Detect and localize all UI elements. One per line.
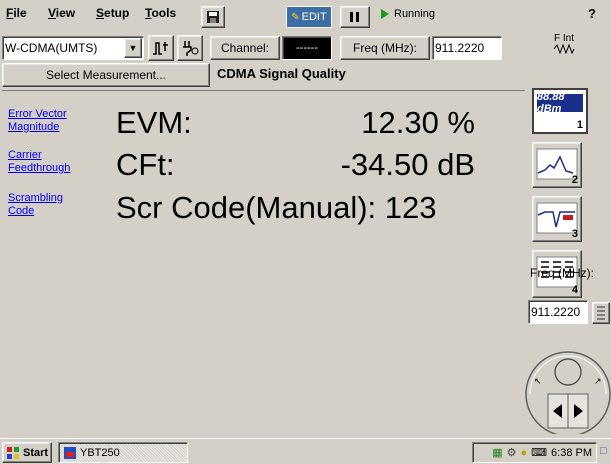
fint-indicator[interactable]: F Int — [553, 34, 575, 57]
svg-text:↖: ↖ — [534, 377, 542, 387]
edit-icon: ✎ — [291, 11, 300, 23]
link-line: Error Vector — [8, 108, 67, 120]
channel-label[interactable]: Channel: — [210, 36, 280, 60]
network-icon[interactable]: ▦ — [492, 446, 502, 459]
menu-file[interactable]: File — [6, 6, 27, 20]
help-button[interactable]: ? — [588, 6, 596, 21]
evm-label: EVM: — [116, 105, 192, 140]
bulb-icon[interactable]: ● — [520, 447, 527, 459]
save-button[interactable] — [201, 6, 225, 28]
pause-button[interactable] — [340, 6, 370, 28]
freq-label[interactable]: Freq (MHz): — [340, 36, 430, 60]
chevron-down-icon[interactable]: ▼ — [124, 38, 142, 58]
link-carrier-feedthrough[interactable]: Carrier Feedthrough — [8, 149, 70, 175]
menu-setup[interactable]: Setup — [96, 6, 129, 20]
link-scrambling-code[interactable]: Scrambling Code — [8, 192, 63, 218]
app-icon — [64, 446, 76, 459]
fint-label: F Int — [553, 33, 574, 44]
floppy-disk-icon — [207, 11, 219, 23]
taskbar-app-label: YBT250 — [80, 446, 120, 459]
standard-select[interactable]: W-CDMA(UMTS) ▼ — [2, 36, 144, 60]
right-freq-field[interactable]: 911.2220 — [528, 300, 588, 324]
keypad-icon — [597, 306, 605, 320]
evm-value: 12.30 % — [361, 105, 475, 140]
waveform-icon — [553, 43, 575, 55]
freq-field[interactable]: 911.2220 — [432, 36, 502, 60]
run-status-label: Running — [394, 8, 435, 20]
select-measurement-button[interactable]: Select Measurement... — [2, 63, 210, 87]
system-tray: ▦ ⚙ ● ⌨ 6:38 PM — [472, 442, 597, 463]
power-readout-icon: 88.88 dBm — [537, 91, 583, 115]
right-freq-label: Freq (MHz): — [530, 266, 594, 280]
scrambling-code-readout: Scr Code(Manual): 123 — [116, 190, 437, 225]
standard-select-value: W-CDMA(UMTS) — [5, 41, 98, 55]
right-panel: 88.88 dBm 1 2 3 4 Freq (MHz): 911.2220 ↖… — [525, 88, 611, 436]
connection-button[interactable] — [177, 35, 203, 61]
signal-standard-button[interactable] — [148, 35, 174, 61]
measurement-title: CDMA Signal Quality — [217, 66, 346, 81]
button-number: 1 — [576, 119, 583, 131]
navigation-dial[interactable]: ↖ ↗ — [522, 332, 611, 434]
run-status: Running — [380, 8, 435, 20]
link-line: Magnitude — [8, 121, 60, 133]
start-label: Start — [23, 446, 49, 459]
desktop-icon[interactable]: □ — [600, 445, 607, 457]
button-number: 2 — [571, 174, 578, 186]
taskbar: Start YBT250 ▦ ⚙ ● ⌨ 6:38 PM □ — [0, 438, 611, 464]
usb-icon[interactable]: ⚙ — [507, 446, 517, 459]
menu-tools[interactable]: Tools — [145, 6, 176, 20]
menu-view[interactable]: View — [48, 6, 75, 20]
display-mode-1-button[interactable]: 88.88 dBm 1 — [532, 88, 588, 134]
display-mode-3-button[interactable]: 3 — [532, 196, 582, 242]
link-error-vector-magnitude[interactable]: Error Vector Magnitude — [8, 108, 67, 134]
measurement-display: Error Vector Magnitude Carrier Feedthrou… — [2, 90, 525, 436]
cft-label: CFt: — [116, 147, 175, 182]
clock: 6:38 PM — [551, 446, 592, 459]
plug-icon — [183, 41, 199, 56]
cft-value: -34.50 dB — [340, 147, 475, 182]
link-line: Scrambling — [8, 192, 64, 204]
start-button[interactable]: Start — [2, 442, 52, 463]
play-icon — [381, 9, 389, 19]
signal-spectrum-icon — [153, 42, 168, 55]
keyboard-icon[interactable]: ⌨ — [531, 446, 547, 459]
channel-field[interactable]: ------ — [282, 36, 332, 60]
pause-icon — [350, 12, 359, 22]
edit-button[interactable]: ✎ EDIT — [286, 6, 332, 28]
button-number: 4 — [571, 284, 578, 296]
link-line: Feedthrough — [8, 162, 71, 174]
taskbar-app-ybt250[interactable]: YBT250 — [58, 442, 188, 463]
link-line: Carrier — [8, 149, 42, 161]
display-mode-2-button[interactable]: 2 — [532, 142, 582, 188]
svg-text:↗: ↗ — [594, 377, 602, 387]
windows-logo-icon — [7, 446, 19, 459]
button-number: 3 — [571, 228, 578, 240]
edit-label: EDIT — [301, 11, 327, 23]
link-line: Code — [8, 205, 35, 217]
menu-bar: File View Setup Tools ✎ EDIT Running ? — [0, 0, 611, 32]
freq-spinner[interactable] — [592, 302, 610, 324]
